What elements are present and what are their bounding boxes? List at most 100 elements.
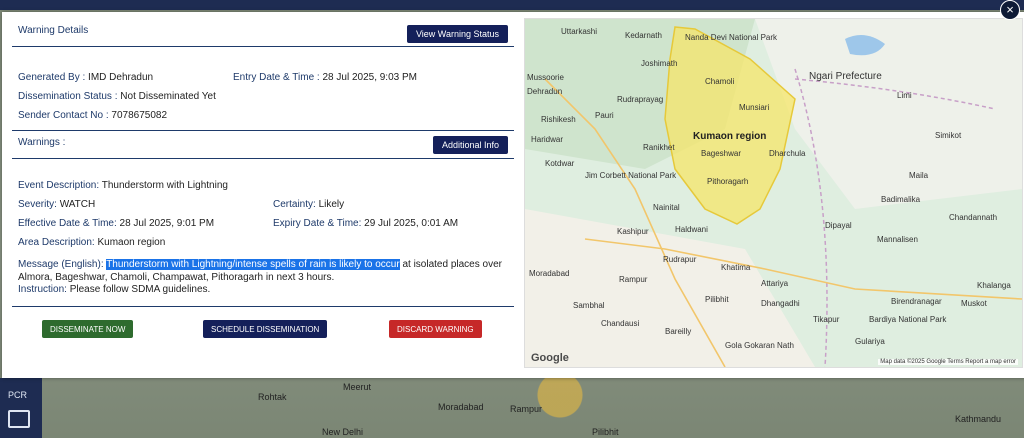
area-row: Area Description: Kumaon region bbox=[18, 237, 165, 248]
warning-details-panel: Warning Details View Warning Status Gene… bbox=[12, 20, 514, 360]
expiry-value: 29 Jul 2025, 0:01 AM bbox=[364, 218, 459, 229]
map-place-label: Chandausi bbox=[601, 319, 640, 328]
entry-date-row: Entry Date & Time : 28 Jul 2025, 9:03 PM bbox=[233, 72, 417, 83]
bg-label-moradabad: Moradabad bbox=[438, 402, 484, 412]
map-place-label: Ngari Prefecture bbox=[809, 71, 882, 82]
bg-label-pilibhit: Pilibhit bbox=[592, 427, 619, 437]
map-place-label: Muskot bbox=[961, 299, 987, 308]
bg-label-new-delhi: New Delhi bbox=[322, 427, 364, 437]
map-place-label: Rishikesh bbox=[541, 115, 576, 124]
map-place-label: Kedarnath bbox=[625, 31, 662, 40]
divider bbox=[12, 130, 514, 131]
map-place-label: Khalanga bbox=[977, 281, 1011, 290]
instruction-value: Please follow SDMA guidelines. bbox=[69, 284, 211, 295]
discard-warning-button[interactable]: DISCARD WARNING bbox=[389, 320, 482, 338]
message-highlighted-text[interactable]: Thunderstorm with Lightning/intense spel… bbox=[106, 259, 400, 270]
map-place-label: Bageshwar bbox=[701, 149, 742, 158]
generated-by-value: IMD Dehradun bbox=[88, 72, 154, 83]
map-place-label: Simikot bbox=[935, 131, 962, 140]
warnings-title: Warnings : bbox=[18, 137, 66, 148]
message-label: Message (English): bbox=[18, 259, 104, 270]
map-place-label: Badimalika bbox=[881, 195, 921, 204]
area-label: Area Description: bbox=[18, 237, 95, 248]
area-value: Kumaon region bbox=[97, 237, 166, 248]
sender-contact-row: Sender Contact No : 7078675082 bbox=[18, 110, 167, 121]
map-place-label: Sambhal bbox=[573, 301, 605, 310]
bg-label-rampur: Rampur bbox=[510, 404, 543, 414]
generated-by-label: Generated By : bbox=[18, 72, 86, 83]
map-place-label: Munsiari bbox=[739, 103, 770, 112]
map-place-label: Jim Corbett National Park bbox=[585, 171, 677, 180]
divider bbox=[12, 306, 514, 307]
map-place-label: Maila bbox=[909, 171, 929, 180]
certainty-value: Likely bbox=[318, 199, 345, 210]
event-value: Thunderstorm with Lightning bbox=[101, 180, 228, 191]
dissemination-status-value: Not Disseminated Yet bbox=[120, 91, 216, 102]
close-icon[interactable]: × bbox=[1000, 0, 1020, 20]
effective-row: Effective Date & Time: 28 Jul 2025, 9:01… bbox=[18, 218, 214, 229]
map-place-label: Gulariya bbox=[855, 337, 885, 346]
sidebar-pcr-label[interactable]: PCR bbox=[8, 390, 27, 400]
certainty-row: Certainty: Likely bbox=[273, 199, 344, 210]
map-place-label: Chandannath bbox=[949, 213, 998, 222]
map-place-label: Bardiya National Park bbox=[869, 315, 947, 324]
map-place-label: Pauri bbox=[595, 111, 614, 120]
map-place-label: Chamoli bbox=[705, 77, 735, 86]
disseminate-now-button[interactable]: DISSEMINATE NOW bbox=[42, 320, 134, 338]
event-row: Event Description: Thunderstorm with Lig… bbox=[18, 180, 228, 191]
generated-by-row: Generated By : IMD Dehradun bbox=[18, 72, 153, 83]
map-place-label: Dehradun bbox=[527, 87, 563, 96]
event-label: Event Description: bbox=[18, 180, 100, 191]
map-place-label: Ranikhet bbox=[643, 143, 675, 152]
effective-value: 28 Jul 2025, 9:01 PM bbox=[119, 218, 215, 229]
map-place-label: Gola Gokaran Nath bbox=[725, 341, 794, 350]
map-place-label: Uttarkashi bbox=[561, 27, 598, 36]
map-place-label: Birendranagar bbox=[891, 297, 942, 306]
warning-details-header: Warning Details View Warning Status bbox=[12, 20, 514, 47]
sender-contact-value: 7078675082 bbox=[111, 110, 168, 121]
map-place-label: Mannalisen bbox=[877, 235, 918, 244]
map-place-label: Attariya bbox=[761, 279, 789, 288]
instruction-label: Instruction: bbox=[18, 284, 67, 295]
effective-label: Effective Date & Time: bbox=[18, 218, 117, 229]
map-place-label: Bareilly bbox=[665, 327, 692, 336]
map-place-label: Moradabad bbox=[529, 269, 570, 278]
entry-date-label: Entry Date & Time : bbox=[233, 72, 320, 83]
sender-contact-label: Sender Contact No : bbox=[18, 110, 109, 121]
warning-details-title: Warning Details bbox=[18, 25, 89, 36]
chat-icon[interactable] bbox=[8, 410, 30, 428]
background-sidebar: PCR bbox=[0, 378, 42, 438]
map-place-label: Mussoorie bbox=[527, 73, 564, 82]
bg-label-kathmandu: Kathmandu bbox=[955, 414, 1002, 424]
warning-details-modal: Warning Details View Warning Status Gene… bbox=[2, 12, 1024, 378]
message-row: Message (English): Thunderstorm with Lig… bbox=[18, 258, 508, 284]
warnings-header: Warnings : Additional Info bbox=[12, 132, 514, 159]
map-place-label: Kashipur bbox=[617, 227, 649, 236]
map-place-label: Rudrapur bbox=[663, 255, 697, 264]
map-place-label: Haldwani bbox=[675, 225, 708, 234]
severity-value: WATCH bbox=[59, 199, 96, 210]
map-place-label: Rudraprayag bbox=[617, 95, 664, 104]
map-place-label: Pilibhit bbox=[705, 295, 729, 304]
entry-date-value: 28 Jul 2025, 9:03 PM bbox=[322, 72, 417, 83]
map-place-label: Limi bbox=[897, 91, 912, 100]
map-place-label: Pithoragarh bbox=[707, 177, 749, 186]
map-svg bbox=[525, 19, 1022, 367]
map-place-label: Nainital bbox=[653, 203, 680, 212]
map-place-label: Dipayal bbox=[825, 221, 852, 230]
google-logo: Google bbox=[531, 352, 569, 364]
background-topbar bbox=[0, 0, 1024, 10]
map-place-label: Dharchula bbox=[769, 149, 806, 158]
map-place-label: Kotdwar bbox=[545, 159, 575, 168]
severity-row: Severity: WATCH bbox=[18, 199, 95, 210]
additional-info-button[interactable]: Additional Info bbox=[432, 136, 508, 154]
map-place-label: Khatima bbox=[721, 263, 751, 272]
view-warning-status-button[interactable]: View Warning Status bbox=[406, 25, 508, 43]
map-place-label: Joshimath bbox=[641, 59, 678, 68]
map-attribution[interactable]: Map data ©2025 Google Terms Report a map… bbox=[878, 359, 1018, 365]
bg-label-meerut: Meerut bbox=[343, 382, 372, 392]
warning-area-map[interactable]: Kumaon region Uttarkashi Kedarnath Nanda… bbox=[524, 18, 1023, 368]
schedule-dissemination-button[interactable]: SCHEDULE DISSEMINATION bbox=[203, 320, 328, 338]
severity-label: Severity: bbox=[18, 199, 57, 210]
certainty-label: Certainty: bbox=[273, 199, 316, 210]
